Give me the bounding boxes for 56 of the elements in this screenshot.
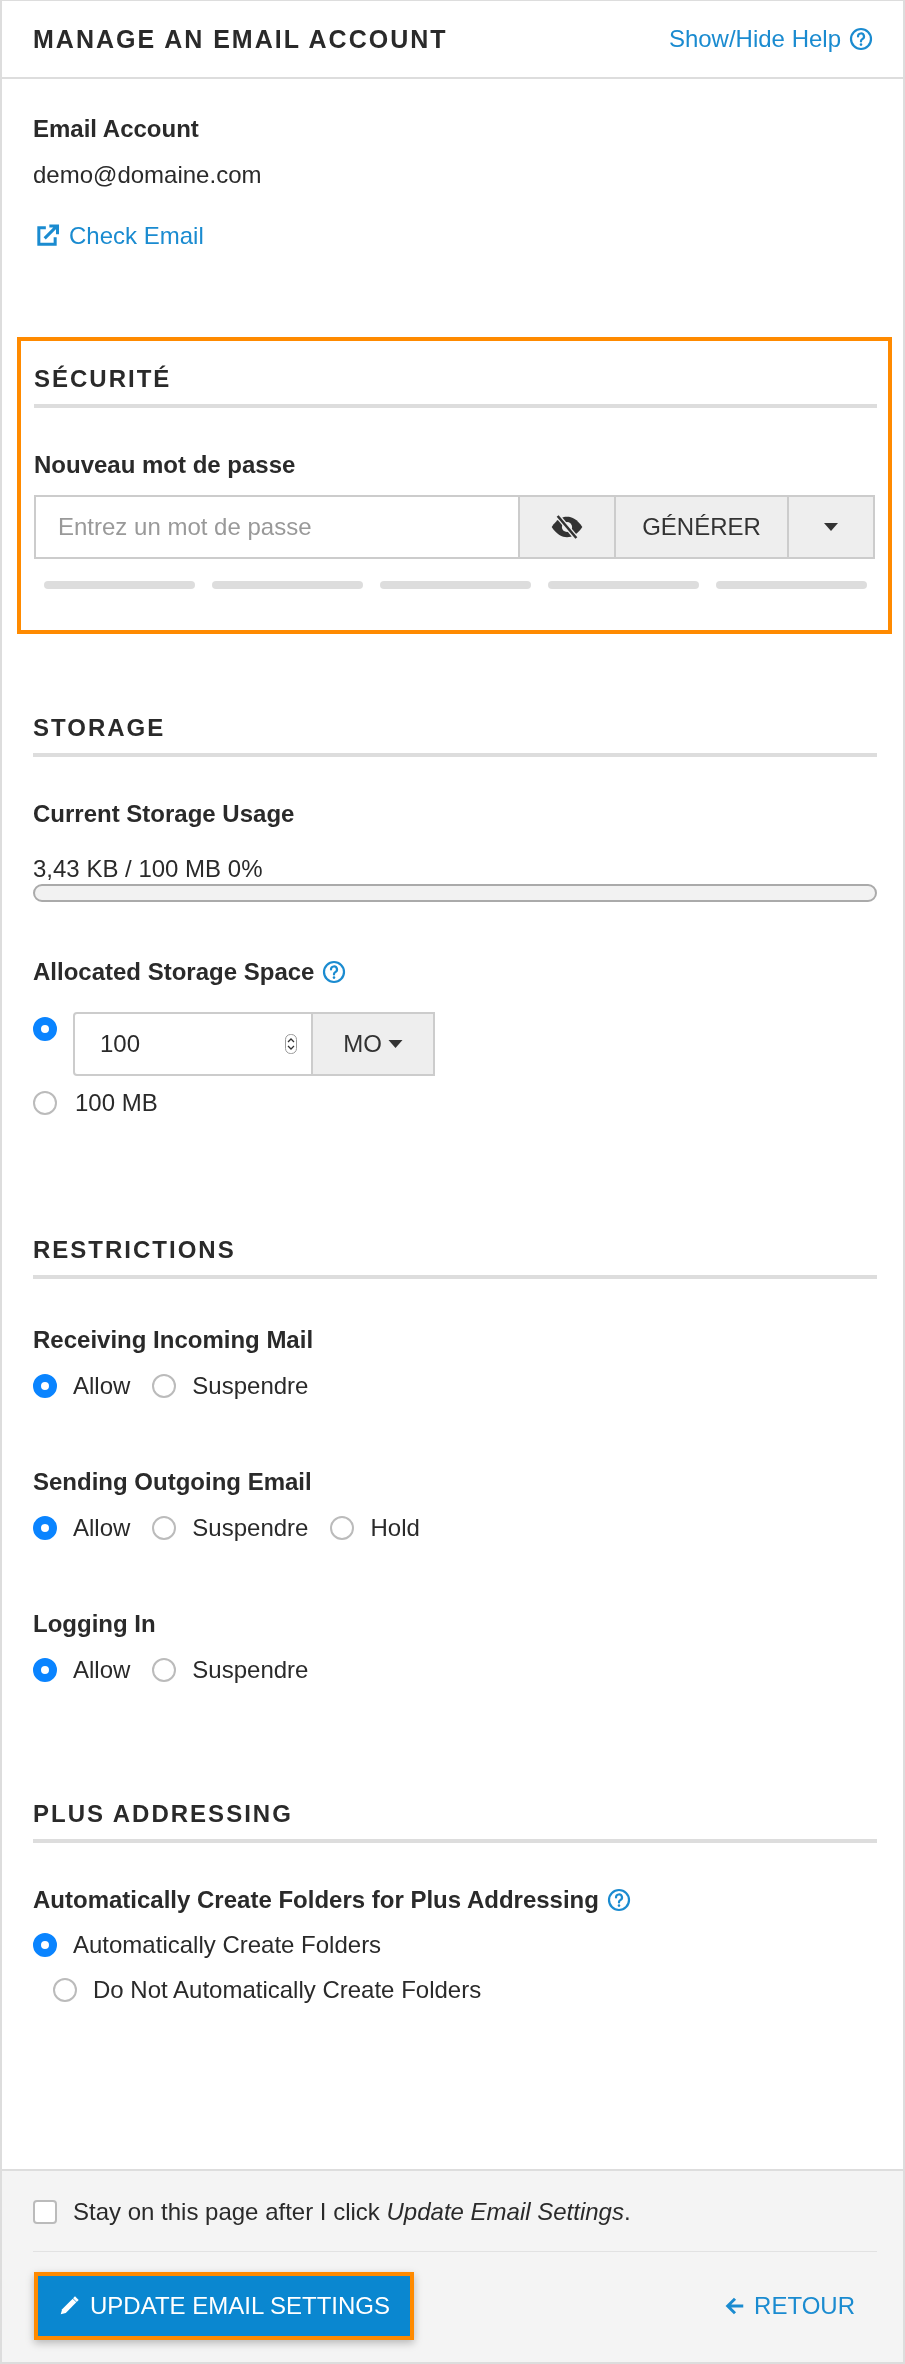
section-heading: SÉCURITÉ: [34, 364, 877, 408]
checkbox-label: Stay on this page after I click Update Email Settings.: [73, 2197, 631, 2227]
help-icon: [322, 960, 347, 984]
radio-label: Allow: [73, 1655, 131, 1685]
field-label: Allocated Storage Space: [33, 957, 315, 987]
eye-slash-icon: [550, 514, 584, 540]
radio-label: Suspendre: [192, 1655, 309, 1685]
unit-dropdown[interactable]: MO: [313, 1012, 435, 1076]
panel-title: MANAGE AN EMAIL ACCOUNT: [33, 24, 448, 54]
field-label: Email Account: [33, 114, 200, 144]
email-address: demo@domaine.com: [33, 160, 263, 190]
field-label: Receiving Incoming Mail: [33, 1325, 315, 1355]
radio-label: Hold: [370, 1513, 420, 1543]
caret-icon: [824, 523, 838, 531]
radio-button[interactable]: [33, 1091, 57, 1115]
pencil-icon: [58, 2295, 80, 2317]
section-heading: RESTRICTIONS: [33, 1235, 877, 1279]
update-settings-button[interactable]: UPDATE EMAIL SETTINGS: [38, 2276, 411, 2336]
radio-label: Allow: [73, 1513, 131, 1543]
radio-button[interactable]: [152, 1516, 177, 1540]
radio-button[interactable]: [152, 1658, 177, 1682]
radio-button[interactable]: [330, 1516, 355, 1540]
spinner-icon: [285, 1034, 297, 1054]
generate-button[interactable]: GÉNÉRER: [616, 495, 789, 559]
radio-button[interactable]: [53, 1978, 77, 2002]
field-label: Current Storage Usage: [33, 799, 296, 829]
radio-label: Allow: [73, 1371, 131, 1401]
checkbox[interactable]: [33, 2200, 57, 2224]
field-label: Nouveau mot de passe: [34, 450, 297, 480]
section-heading: PLUS ADDRESSING: [33, 1799, 877, 1843]
radio-button[interactable]: [152, 1374, 177, 1398]
help-link[interactable]: Show/Hide Help: [668, 24, 873, 54]
radio-label: Suspendre: [192, 1371, 309, 1401]
radio-button[interactable]: [33, 1516, 57, 1540]
caret-icon: [387, 1040, 403, 1048]
field-label: Sending Outgoing Email: [33, 1467, 313, 1497]
help-icon: [849, 27, 873, 51]
radio-button[interactable]: [33, 1658, 57, 1682]
section-heading: STORAGE: [33, 713, 877, 757]
help-icon: [606, 1888, 631, 1912]
number-field[interactable]: 100: [73, 1012, 313, 1076]
radio-button[interactable]: [33, 1933, 57, 1957]
radio-button[interactable]: [33, 1017, 57, 1041]
field-label: Automatically Create Folders for Plus Addressing: [33, 1885, 599, 1915]
field-label: Logging In: [33, 1609, 157, 1639]
toggle-visibility-button[interactable]: [520, 495, 616, 559]
password-field[interactable]: Entrez un mot de passe: [34, 495, 520, 559]
check-email-link[interactable]: Check Email: [33, 221, 204, 251]
radio-label: Suspendre: [192, 1513, 309, 1543]
radio-button[interactable]: [33, 1374, 57, 1398]
usage-reading: 3,43 KB / 100 MB 0%: [33, 854, 264, 884]
radio-label: Automatically Create Folders: [73, 1930, 382, 1960]
back-link[interactable]: RETOUR: [724, 2291, 855, 2321]
radio-label: 100 MB: [75, 1088, 158, 1118]
radio-label: Do Not Automatically Create Folders: [93, 1975, 482, 2005]
dropdown-button[interactable]: [789, 495, 875, 559]
